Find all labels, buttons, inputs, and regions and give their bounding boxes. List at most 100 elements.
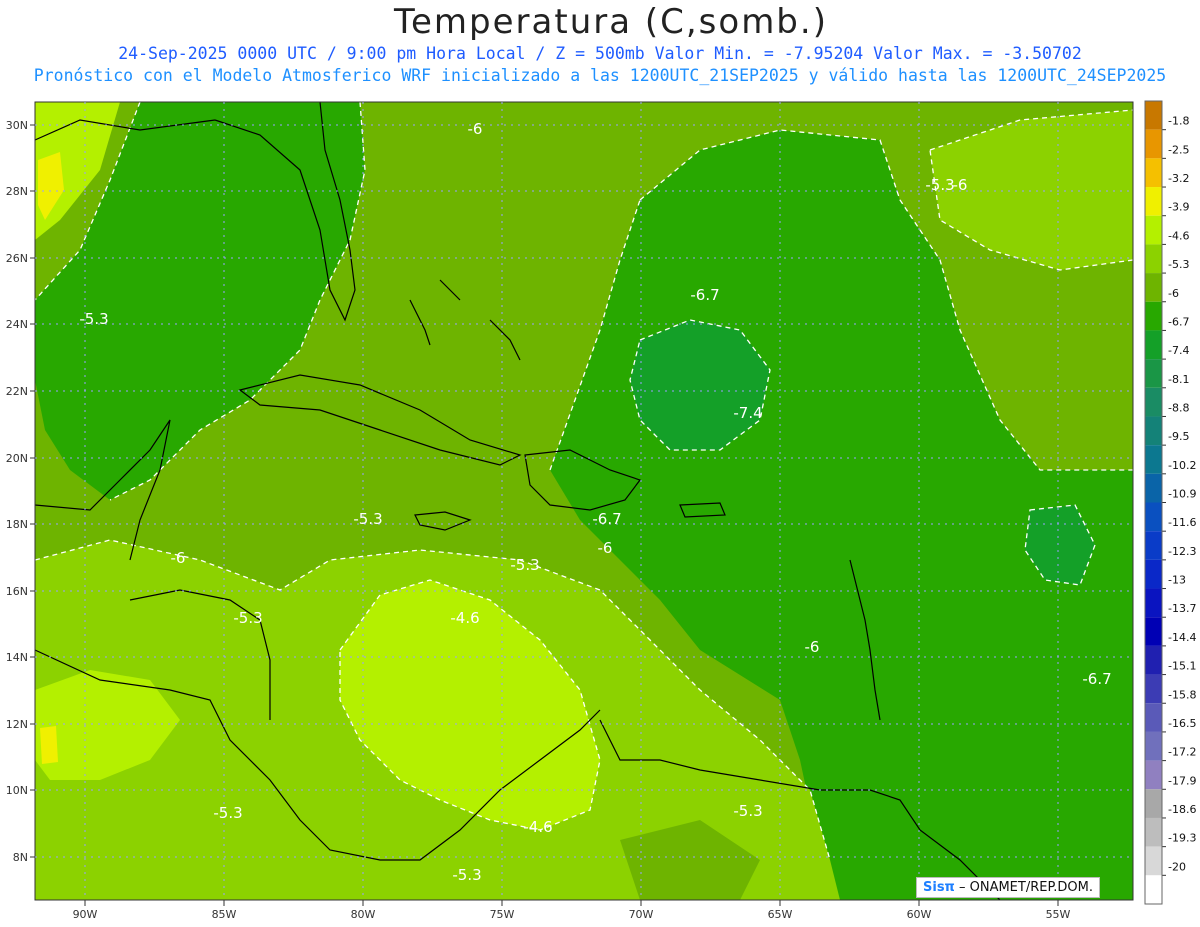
credit-text: – ONAMET/REP.DOM. <box>958 880 1094 895</box>
contour-label: -4.6 <box>523 818 552 836</box>
colorbar-label: -3.9 <box>1168 201 1189 214</box>
lon-label: 60W <box>907 908 932 921</box>
colorbar-swatch <box>1145 645 1162 675</box>
colorbar-label: -9.5 <box>1168 430 1189 443</box>
lat-label: 10N <box>6 784 28 797</box>
lon-label: 65W <box>768 908 793 921</box>
colorbar-label: -13.7 <box>1168 602 1196 615</box>
colorbar-swatch <box>1145 789 1162 818</box>
colorbar-swatch <box>1145 158 1162 188</box>
lat-label: 28N <box>6 185 28 198</box>
contour-label: -6 <box>598 539 613 557</box>
contour-label: -6 <box>468 120 483 138</box>
colorbar-swatch <box>1145 617 1162 646</box>
colorbar-label: -10.9 <box>1168 488 1196 501</box>
lat-label: 16N <box>6 585 28 598</box>
colorbar-swatch <box>1145 215 1162 245</box>
contour-label: -5.3 <box>510 556 539 574</box>
colorbar-label: -8.8 <box>1168 401 1189 414</box>
lon-label: 85W <box>212 908 237 921</box>
colorbar-label: -14.4 <box>1168 631 1196 644</box>
contour-label: -5.3 <box>925 176 954 194</box>
lat-label: 8N <box>13 851 28 864</box>
lat-label: 20N <box>6 452 28 465</box>
colorbar-label: -6 <box>1168 287 1179 300</box>
colorbar-swatch <box>1145 101 1162 130</box>
colorbar-swatch <box>1145 244 1162 274</box>
colorbar-label: -3.2 <box>1168 172 1189 185</box>
colorbar-label: -20 <box>1168 860 1186 873</box>
temperature-map: 30N 28N 26N 24N 22N 20N 18N 16N 14N 12N 10N 8N 90W 8… <box>6 100 1196 921</box>
longitude-labels: 90W 85W 80W 75W 70W 65W 60W 55W <box>73 900 1071 921</box>
colorbar-label: -11.6 <box>1168 516 1196 529</box>
colorbar-label: -2.5 <box>1168 143 1189 156</box>
sispi-logo: Sisπ <box>923 880 955 895</box>
contour-label: -6.7 <box>592 510 621 528</box>
colorbar-swatch <box>1145 674 1162 704</box>
colorbar-swatch <box>1145 760 1162 790</box>
lon-label: 70W <box>629 908 654 921</box>
contour-label: -6.7 <box>690 286 719 304</box>
colorbar-swatch <box>1145 359 1162 388</box>
contour-label: -5.3 <box>233 609 262 627</box>
colorbar-swatch <box>1145 531 1162 560</box>
colorbar-label: -8.1 <box>1168 373 1189 386</box>
lon-label: 80W <box>351 908 376 921</box>
lon-label: 75W <box>490 908 515 921</box>
colorbar-label: -10.2 <box>1168 459 1196 472</box>
colorbar-label: -17.9 <box>1168 774 1196 787</box>
colorbar-swatch <box>1145 817 1162 847</box>
region-warmest-spot-b <box>40 726 58 764</box>
colorbar-swatch <box>1145 416 1162 446</box>
colorbar-label: -6.7 <box>1168 315 1189 328</box>
colorbar-swatch <box>1145 846 1162 876</box>
colorbar-label: -15.8 <box>1168 688 1196 701</box>
colorbar-swatch <box>1145 473 1162 503</box>
lat-label: 26N <box>6 252 28 265</box>
lon-label: 55W <box>1046 908 1071 921</box>
shaded-field <box>35 102 1133 900</box>
contour-label: -5.3 <box>452 866 481 884</box>
colorbar-label: -4.6 <box>1168 229 1189 242</box>
colorbar-swatch <box>1145 875 1162 904</box>
lat-label: 12N <box>6 718 28 731</box>
contour-label: -5.3 <box>733 802 762 820</box>
contour-label: -5.3 <box>353 510 382 528</box>
colorbar-swatch <box>1145 703 1162 732</box>
colorbar-swatch <box>1145 731 1162 761</box>
colorbar-swatch <box>1145 330 1162 360</box>
colorbar-swatch <box>1145 559 1162 589</box>
colorbar-label: -13 <box>1168 574 1186 587</box>
colorbar-swatch <box>1145 387 1162 417</box>
contour-label: -6 <box>953 176 968 194</box>
lat-label: 18N <box>6 518 28 531</box>
lat-label: 30N <box>6 119 28 132</box>
colorbar-label: -16.5 <box>1168 717 1196 730</box>
colorbar-swatch <box>1145 129 1162 159</box>
colorbar-swatch <box>1145 187 1162 216</box>
colorbar-label: -19.3 <box>1168 832 1196 845</box>
colorbar-label: -12.3 <box>1168 545 1196 558</box>
colorbar-swatch <box>1145 445 1162 474</box>
colorbar-swatch <box>1145 502 1162 532</box>
lat-label: 24N <box>6 318 28 331</box>
colorbar-swatch <box>1145 588 1162 618</box>
colorbar-label: -7.4 <box>1168 344 1189 357</box>
lat-label: 14N <box>6 651 28 664</box>
colorbar-label: -17.2 <box>1168 746 1196 759</box>
contour-label: -7.4 <box>733 404 762 422</box>
colorbar-label: -5.3 <box>1168 258 1189 271</box>
lon-label: 90W <box>73 908 98 921</box>
colorbar: -1.8 -2.5 -3.2 -3.9 -4.6 -5.3 -6 -6.7 -7.4 -8.1 -8… <box>1144 100 1196 905</box>
contour-label: -5.3 <box>213 804 242 822</box>
colorbar-swatch <box>1145 301 1162 331</box>
contour-label: -6.7 <box>1082 670 1111 688</box>
contour-label: -6 <box>171 549 186 567</box>
contour-label: -6 <box>805 638 820 656</box>
contour-label: -4.6 <box>450 609 479 627</box>
colorbar-label: -1.8 <box>1168 115 1189 128</box>
latitude-labels: 30N 28N 26N 24N 22N 20N 18N 16N 14N 12N 10N 8N <box>6 119 35 864</box>
lat-label: 22N <box>6 385 28 398</box>
credit-box: Sisπ – ONAMET/REP.DOM. <box>916 877 1101 898</box>
colorbar-label: -15.1 <box>1168 660 1196 673</box>
